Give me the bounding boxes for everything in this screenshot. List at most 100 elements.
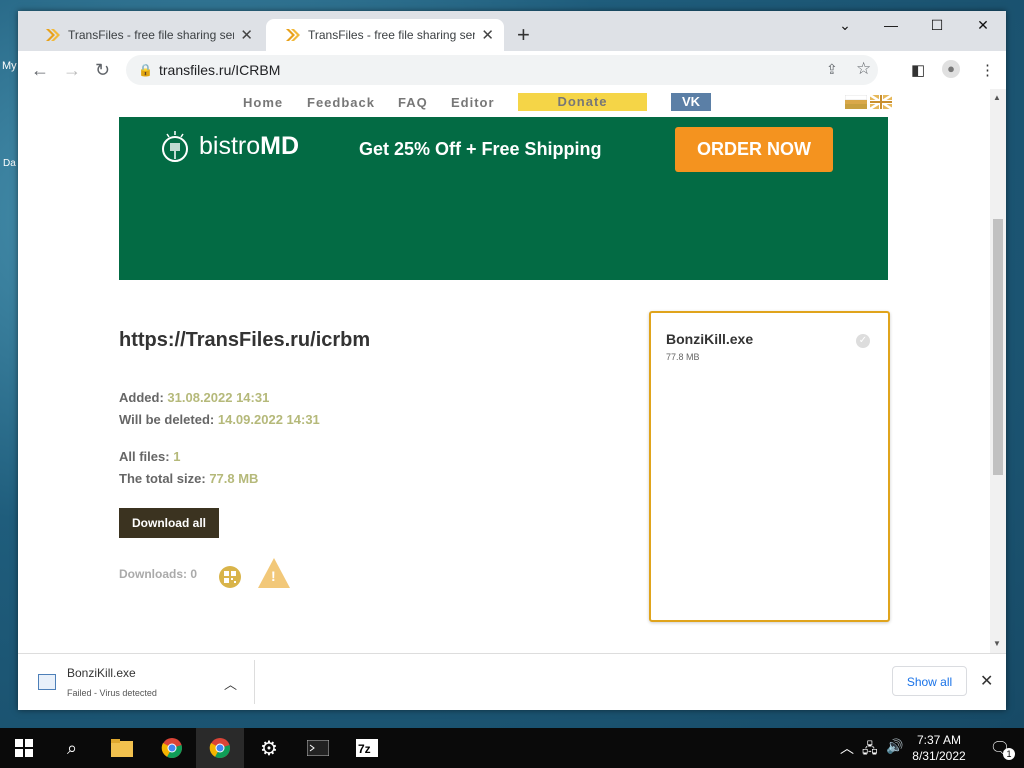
deleted-value: 14.09.2022 14:31 [217, 412, 320, 427]
address-bar[interactable]: 🔒 transfiles.ru/ICRBM ⇪ ☆ [126, 55, 878, 85]
share-icon[interactable]: ⇪ [826, 61, 838, 78]
file-size: 77.8 MB [666, 352, 700, 362]
browser-window: TransFiles - free file sharing servi ✕ T… [18, 11, 1006, 710]
chrome-icon [209, 738, 230, 759]
qr-code-icon[interactable] [219, 566, 241, 588]
files-label: All files: [119, 449, 170, 464]
clock[interactable]: 7:37 AM 8/31/2022 [900, 732, 978, 764]
scroll-up-icon[interactable]: ▲ [993, 93, 1001, 102]
scrollbar[interactable]: ▲ ▼ [990, 89, 1006, 653]
exe-file-icon [38, 674, 56, 690]
donate-button[interactable]: Donate [518, 93, 647, 111]
ad-headline: Get 25% Off + Free Shipping [359, 139, 602, 159]
chrome-taskbar-icon-active[interactable] [196, 728, 244, 768]
site-nav: Home Feedback FAQ Editor Donate VK [18, 89, 990, 117]
size-row: The total size: 77.8 MB [119, 471, 258, 486]
show-all-button[interactable]: Show all [892, 666, 967, 696]
start-button[interactable] [0, 728, 48, 768]
new-tab-icon[interactable]: + [517, 23, 530, 47]
lock-icon[interactable]: 🔒 [138, 63, 153, 77]
download-file-name[interactable]: BonziKill.exe [67, 666, 136, 680]
folder-icon [111, 739, 133, 757]
nav-faq[interactable]: FAQ [398, 95, 428, 110]
size-label: The total size: [119, 471, 206, 486]
downloads-count: Downloads: 0 [119, 567, 198, 581]
windows-logo-icon [15, 739, 33, 757]
7zip-logo-icon: 7z [356, 739, 378, 757]
advertisement-banner[interactable]: bistro MD Get 25% Off + Free Shipping ORD… [119, 117, 888, 280]
clock-date: 8/31/2022 [912, 749, 966, 763]
reload-icon[interactable]: ↻ [95, 60, 110, 80]
added-value: 31.08.2022 14:31 [167, 390, 270, 405]
ad-order-button[interactable]: ORDER NOW [675, 127, 833, 172]
search-icon[interactable]: ⌕ [48, 728, 96, 768]
uk-flag-icon[interactable] [870, 95, 892, 109]
close-tab-icon[interactable]: ✕ [240, 26, 253, 44]
forward-icon[interactable]: → [63, 60, 81, 80]
file-explorer-icon[interactable] [98, 728, 146, 768]
russian-flag-icon[interactable] [845, 95, 867, 109]
svg-text:7z: 7z [358, 742, 371, 756]
close-shelf-icon[interactable]: ✕ [980, 671, 993, 691]
ad-brand-bold: MD [260, 131, 300, 160]
download-shelf: BonziKill.exe Failed - Virus detected ︿ … [18, 653, 1006, 710]
share-link[interactable]: https://TransFiles.ru/icrbm [119, 329, 370, 352]
checkmark-icon[interactable]: ✓ [856, 334, 870, 348]
7zip-icon[interactable]: 7z [343, 728, 391, 768]
added-row: Added: 31.08.2022 14:31 [119, 390, 269, 405]
chrome-taskbar-icon[interactable] [148, 728, 196, 768]
browser-toolbar: ← → ↻ 🔒 transfiles.ru/ICRBM ⇪ ☆ ◧ ● ⋮ [18, 51, 1006, 89]
chrome-icon [161, 738, 182, 759]
minimize-icon[interactable]: — [880, 17, 902, 33]
tab-inactive[interactable]: TransFiles - free file sharing servi ✕ [26, 19, 263, 51]
console-window-icon [307, 740, 329, 756]
download-status: Failed - Virus detected [67, 688, 157, 698]
size-value: 77.8 MB [209, 471, 259, 486]
fork-logo-icon [162, 131, 188, 162]
nav-editor[interactable]: Editor [451, 95, 495, 110]
vk-button[interactable]: VK [671, 93, 711, 111]
settings-gear-icon[interactable]: ⚙ [245, 728, 293, 768]
tab-title: TransFiles - free file sharing servi [68, 28, 235, 42]
tab-strip: TransFiles - free file sharing servi ✕ T… [18, 11, 1006, 51]
scrollbar-thumb[interactable] [993, 219, 1003, 475]
maximize-icon[interactable]: ☐ [926, 17, 948, 34]
desktop-icon-label[interactable]: My [2, 60, 17, 72]
divider [254, 660, 255, 704]
close-tab-icon[interactable]: ✕ [481, 26, 494, 44]
tab-active[interactable]: TransFiles - free file sharing servi ✕ [266, 19, 504, 51]
close-window-icon[interactable]: ✕ [972, 17, 994, 34]
back-icon[interactable]: ← [31, 60, 49, 80]
files-value: 1 [173, 449, 181, 464]
added-label: Added: [119, 390, 164, 405]
page-viewport: Home Feedback FAQ Editor Donate VK bistr… [18, 89, 1006, 653]
clock-time: 7:37 AM [916, 733, 962, 747]
url-text[interactable]: transfiles.ru/ICRBM [159, 62, 280, 78]
file-card[interactable]: BonziKill.exe 77.8 MB ✓ [649, 311, 890, 622]
desktop-icon-label[interactable]: Da [3, 158, 16, 169]
side-panel-icon[interactable]: ◧ [911, 61, 925, 79]
network-icon[interactable]: 🖧 [862, 738, 878, 762]
profile-avatar-icon[interactable]: ● [942, 60, 960, 78]
download-all-button[interactable]: Download all [119, 508, 219, 538]
action-center-icon[interactable]: 🗨 1 [976, 728, 1024, 768]
nav-home[interactable]: Home [243, 95, 283, 110]
menu-kebab-icon[interactable]: ⋮ [980, 61, 995, 79]
taskbar: ⌕ ⚙ 7z ︿ 🖧 🔊 7:37 AM 8/31/2022 🗨 1 [0, 728, 1024, 768]
bistromd-logo: bistro MD [159, 129, 299, 163]
bookmark-star-icon[interactable]: ☆ [856, 59, 871, 79]
deleted-row: Will be deleted: 14.09.2022 14:31 [119, 412, 320, 427]
files-row: All files: 1 [119, 449, 180, 464]
tray-overflow-chevron-icon[interactable]: ︿ [840, 738, 854, 758]
scroll-down-icon[interactable]: ▼ [993, 639, 1001, 648]
report-warning-icon[interactable]: ! [258, 558, 290, 588]
chevron-up-icon[interactable]: ︿ [224, 674, 237, 693]
tab-title: TransFiles - free file sharing servi [308, 28, 476, 42]
transfiles-favicon-icon [46, 29, 60, 41]
file-name[interactable]: BonziKill.exe [666, 331, 753, 347]
tab-search-chevron-icon[interactable]: ⌄ [834, 17, 856, 34]
terminal-icon[interactable] [294, 728, 342, 768]
deleted-label: Will be deleted: [119, 412, 215, 427]
nav-feedback[interactable]: Feedback [307, 95, 375, 110]
transfiles-favicon-icon [286, 29, 300, 41]
